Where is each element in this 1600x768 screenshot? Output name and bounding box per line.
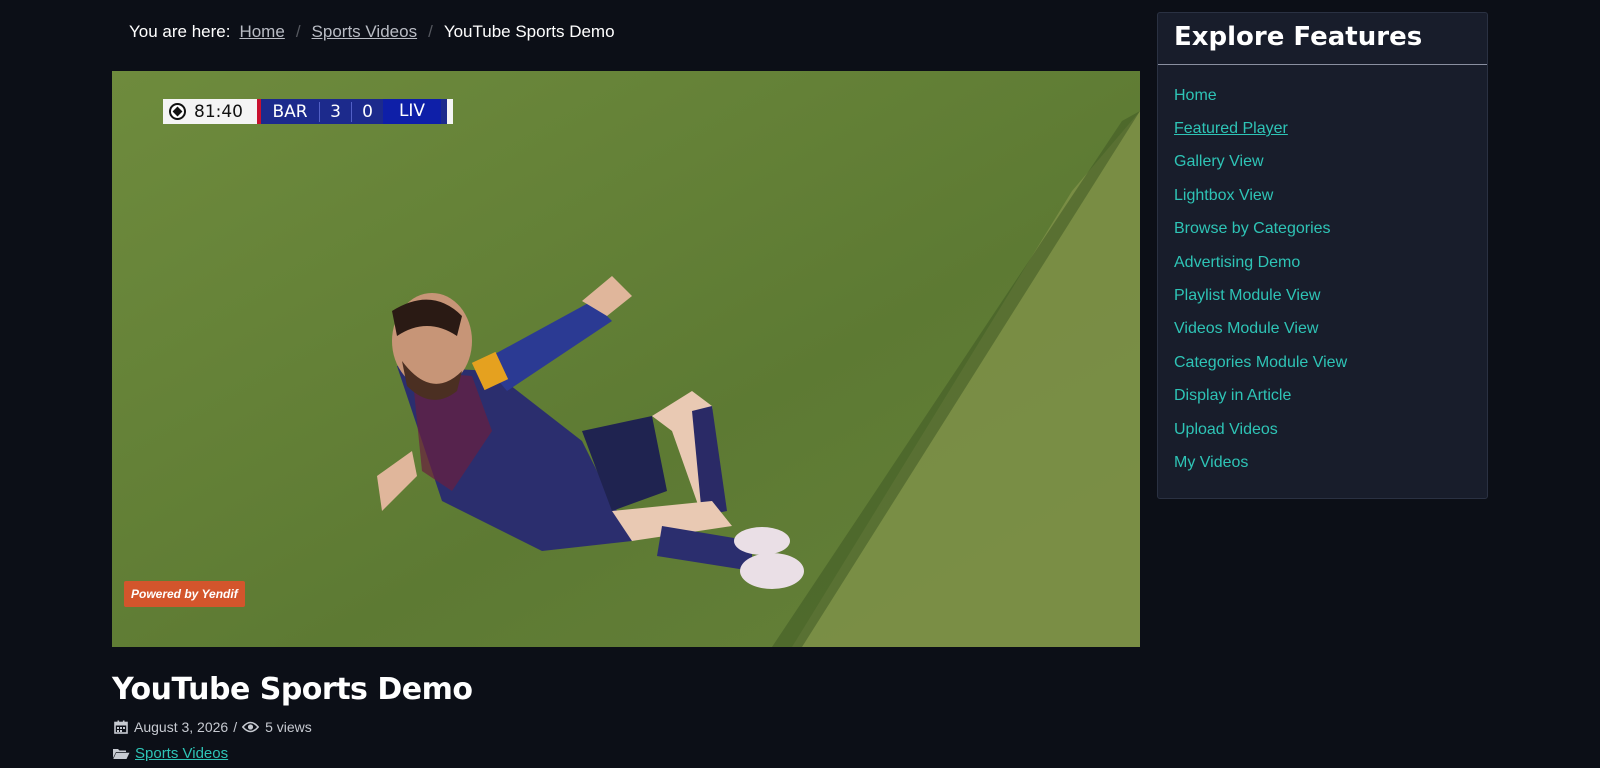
sidebar-item-advertising-demo[interactable]: Advertising Demo (1174, 246, 1471, 279)
breadcrumb: You are here: Home / Sports Videos / You… (129, 22, 615, 42)
powered-by-watermark[interactable]: Powered by Yendif (124, 581, 245, 607)
sidebar-item-playlist-module-view[interactable]: Playlist Module View (1174, 279, 1471, 312)
match-time: 81:40 (194, 101, 243, 122)
breadcrumb-home-link[interactable]: Home (239, 22, 284, 42)
scoreboard-end-cap (447, 99, 453, 124)
away-score: 0 (351, 101, 383, 122)
breadcrumb-prefix: You are here: (129, 22, 231, 41)
publish-date: August 3, 2026 (134, 719, 229, 735)
scoreboard-overlay: 81:40 BAR 3 0 LIV (163, 99, 453, 124)
explore-features-sidebar: Explore Features Home Featured Player Ga… (1157, 12, 1488, 499)
sidebar-item-lightbox-view[interactable]: Lightbox View (1174, 179, 1471, 212)
sidebar-item-featured-player[interactable]: Featured Player (1174, 112, 1471, 145)
sidebar-item-upload-videos[interactable]: Upload Videos (1174, 413, 1471, 446)
breadcrumb-separator: / (428, 22, 433, 41)
sidebar-item-browse-by-categories[interactable]: Browse by Categories (1174, 213, 1471, 246)
sidebar-item-my-videos[interactable]: My Videos (1174, 446, 1471, 479)
sidebar-item-categories-module-view[interactable]: Categories Module View (1174, 346, 1471, 379)
eye-icon (242, 721, 260, 733)
calendar-icon (114, 720, 128, 734)
away-team: LIV (383, 99, 441, 124)
meta-separator: / (233, 719, 238, 735)
sidebar-item-gallery-view[interactable]: Gallery View (1174, 146, 1471, 179)
breadcrumb-current: YouTube Sports Demo (443, 22, 615, 41)
sidebar-item-home[interactable]: Home (1174, 79, 1471, 112)
sidebar-item-videos-module-view[interactable]: Videos Module View (1174, 313, 1471, 346)
breadcrumb-separator: / (295, 22, 301, 41)
breadcrumb-sports-videos-link[interactable]: Sports Videos (312, 22, 418, 42)
score-panel: BAR 3 0 LIV (257, 99, 447, 124)
sidebar-item-display-in-article[interactable]: Display in Article (1174, 380, 1471, 413)
football-icon (169, 103, 186, 120)
sidebar-menu: Home Featured Player Gallery View Lightb… (1158, 65, 1487, 480)
video-category: Sports Videos (112, 745, 228, 762)
category-link[interactable]: Sports Videos (135, 745, 228, 762)
video-frame (112, 71, 1140, 647)
home-team: BAR (272, 101, 308, 122)
page-title: YouTube Sports Demo (112, 672, 473, 707)
video-meta: August 3, 2026 / 5 views (114, 719, 312, 735)
video-player[interactable]: 81:40 BAR 3 0 LIV Powered by Yendif (112, 71, 1140, 647)
home-score: 3 (319, 101, 351, 122)
match-clock: 81:40 (163, 99, 257, 124)
sidebar-title: Explore Features (1158, 13, 1487, 65)
folder-open-icon (112, 747, 130, 760)
view-count: 5 views (265, 719, 312, 735)
